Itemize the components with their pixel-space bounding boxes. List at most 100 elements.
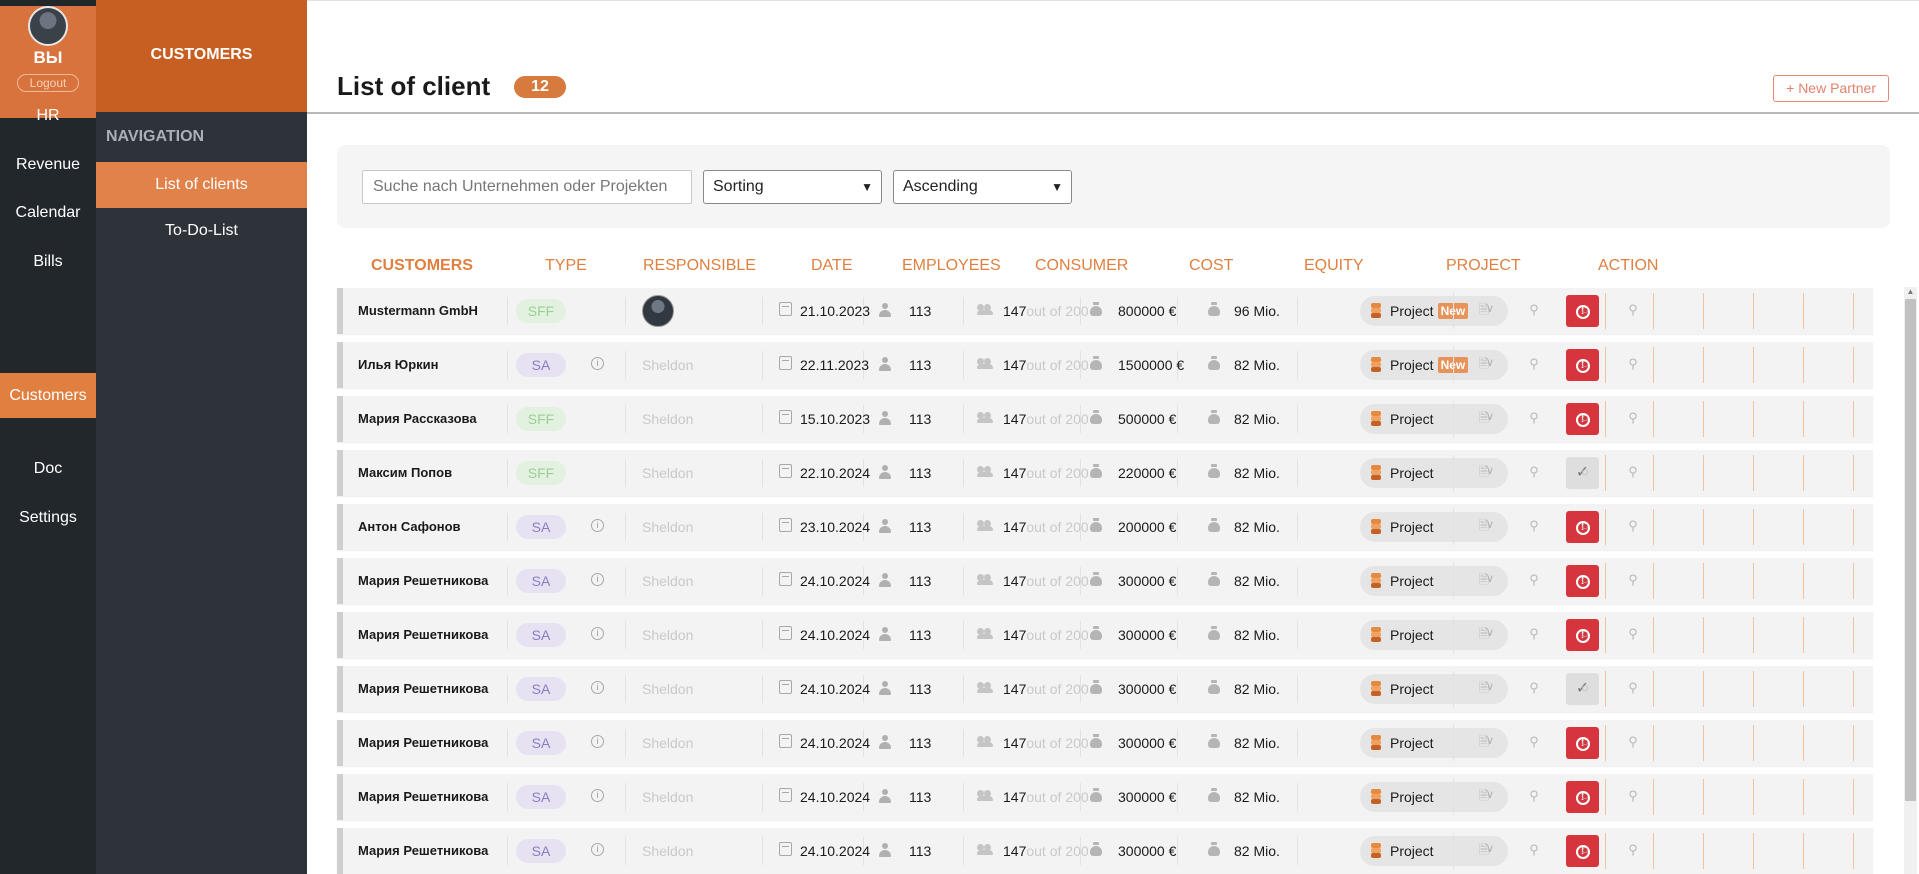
document-icon[interactable]: 🗎 (1477, 464, 1491, 480)
chat-icon[interactable]: ○ (1578, 356, 1592, 372)
info-icon[interactable]: i (591, 735, 604, 748)
info-icon[interactable]: i (591, 843, 604, 856)
key-icon[interactable]: ⚲ (1626, 680, 1640, 696)
rail-item-bills[interactable]: Bills (0, 239, 96, 284)
customer-name[interactable]: Максим Попов (358, 450, 493, 496)
key-icon[interactable]: ⚲ (1626, 410, 1640, 426)
info-icon[interactable]: i (591, 627, 604, 640)
table-row[interactable]: Мария Решетникова SA i Sheldon 24.10.2024 113… (337, 612, 1873, 658)
location-pin-icon[interactable]: ⚲ (1527, 626, 1541, 642)
info-icon[interactable]: i (591, 519, 604, 532)
location-pin-icon[interactable]: ⚲ (1527, 734, 1541, 750)
location-pin-icon[interactable]: ⚲ (1527, 410, 1541, 426)
key-icon[interactable]: ⚲ (1626, 788, 1640, 804)
table-row[interactable]: Илья Юркин SA i Sheldon 22.11.2023 113 147out … (337, 342, 1873, 388)
column-header-consumer[interactable]: CONSUMER (1035, 257, 1128, 275)
customer-name[interactable]: Мария Решетникова (358, 612, 493, 658)
document-icon[interactable]: 🗎 (1477, 788, 1491, 804)
column-header-type[interactable]: TYPE (545, 257, 587, 275)
rail-item-customers[interactable]: Customers (0, 373, 96, 418)
key-icon[interactable]: ⚲ (1626, 464, 1640, 480)
table-row[interactable]: Мария Решетникова SA i Sheldon 24.10.2024 113… (337, 720, 1873, 766)
chat-icon[interactable]: ○ (1578, 734, 1592, 750)
customer-name[interactable]: Мария Рассказова (358, 396, 493, 442)
chat-icon[interactable]: ○ (1578, 464, 1592, 480)
key-icon[interactable]: ⚲ (1626, 572, 1640, 588)
search-input[interactable] (362, 170, 692, 204)
table-row[interactable]: Антон Сафонов SA i Sheldon 23.10.2024 113 147o… (337, 504, 1873, 550)
location-pin-icon[interactable]: ⚲ (1527, 788, 1541, 804)
document-icon[interactable]: 🗎 (1477, 410, 1491, 426)
chat-icon[interactable]: ○ (1578, 410, 1592, 426)
document-icon[interactable]: 🗎 (1477, 626, 1491, 642)
responsible-avatar[interactable] (642, 295, 674, 327)
sorting-select[interactable]: Sorting ▼ (703, 170, 882, 204)
chat-icon[interactable]: ○ (1578, 842, 1592, 858)
customer-name[interactable]: Mustermann GmbH (358, 288, 493, 334)
location-pin-icon[interactable]: ⚲ (1527, 572, 1541, 588)
key-icon[interactable]: ⚲ (1626, 734, 1640, 750)
document-icon[interactable]: 🗎 (1477, 842, 1491, 858)
column-header-customers[interactable]: CUSTOMERS (371, 257, 473, 275)
customer-name[interactable]: Мария Решетникова (358, 774, 493, 820)
key-icon[interactable]: ⚲ (1626, 518, 1640, 534)
chat-icon[interactable]: ○ (1578, 788, 1592, 804)
column-header-equity[interactable]: EQUITY (1304, 257, 1364, 275)
table-row[interactable]: Мария Решетникова SA i Sheldon 24.10.2024 113… (337, 774, 1873, 820)
table-row[interactable]: Мария Решетникова SA i Sheldon 24.10.2024 113… (337, 666, 1873, 712)
table-row[interactable]: Мария Рассказова SFF Sheldon 15.10.2023 113 1… (337, 396, 1873, 442)
document-icon[interactable]: 🗎 (1477, 356, 1491, 372)
table-row[interactable]: Мария Решетникова SA i Sheldon 24.10.2024 113… (337, 828, 1873, 874)
rail-item-calendar[interactable]: Calendar (0, 190, 96, 235)
customer-name[interactable]: Мария Решетникова (358, 828, 493, 874)
info-icon[interactable]: i (591, 789, 604, 802)
location-pin-icon[interactable]: ⚲ (1527, 302, 1541, 318)
info-icon[interactable]: i (591, 681, 604, 694)
logout-button[interactable]: Logout (16, 74, 80, 92)
column-header-project[interactable]: PROJECT (1446, 257, 1521, 275)
chat-icon[interactable]: ○ (1578, 518, 1592, 534)
location-pin-icon[interactable]: ⚲ (1527, 842, 1541, 858)
customer-name[interactable]: Антон Сафонов (358, 504, 493, 550)
chat-icon[interactable]: ○ (1578, 626, 1592, 642)
customer-name[interactable]: Илья Юркин (358, 342, 493, 388)
column-header-date[interactable]: DATE (811, 257, 852, 275)
info-icon[interactable]: i (591, 357, 604, 370)
scroll-up-icon[interactable]: ▲ (1904, 287, 1917, 297)
location-pin-icon[interactable]: ⚲ (1527, 680, 1541, 696)
rail-item-hr[interactable]: HR (0, 93, 96, 138)
user-avatar[interactable] (28, 6, 68, 46)
document-icon[interactable]: 🗎 (1477, 572, 1491, 588)
order-select[interactable]: Ascending ▼ (893, 170, 1072, 204)
rail-item-settings[interactable]: Settings (0, 495, 96, 540)
customer-name[interactable]: Мария Решетникова (358, 666, 493, 712)
rail-item-doc[interactable]: Doc (0, 446, 96, 491)
sidebar-item-to-do-list[interactable]: To-Do-List (96, 208, 307, 254)
rail-item-revenue[interactable]: Revenue (0, 142, 96, 187)
table-scrollbar[interactable]: ▲ (1904, 287, 1917, 874)
scrollbar-thumb[interactable] (1905, 299, 1916, 801)
chat-icon[interactable]: ○ (1578, 302, 1592, 318)
document-icon[interactable]: 🗎 (1477, 680, 1491, 696)
column-header-employees[interactable]: EMPLOYEES (902, 257, 1001, 275)
document-icon[interactable]: 🗎 (1477, 734, 1491, 750)
key-icon[interactable]: ⚲ (1626, 302, 1640, 318)
chat-icon[interactable]: ○ (1578, 572, 1592, 588)
document-icon[interactable]: 🗎 (1477, 302, 1491, 318)
new-partner-button[interactable]: + New Partner (1773, 75, 1889, 102)
table-row[interactable]: Мария Решетникова SA i Sheldon 24.10.2024 113… (337, 558, 1873, 604)
key-icon[interactable]: ⚲ (1626, 842, 1640, 858)
location-pin-icon[interactable]: ⚲ (1527, 518, 1541, 534)
column-header-cost[interactable]: COST (1189, 257, 1233, 275)
location-pin-icon[interactable]: ⚲ (1527, 464, 1541, 480)
table-row[interactable]: Максим Попов SFF Sheldon 22.10.2024 113 147ou… (337, 450, 1873, 496)
chat-icon[interactable]: ○ (1578, 680, 1592, 696)
column-header-responsible[interactable]: RESPONSIBLE (643, 257, 756, 275)
customer-name[interactable]: Мария Решетникова (358, 720, 493, 766)
document-icon[interactable]: 🗎 (1477, 518, 1491, 534)
sidebar-item-list-of-clients[interactable]: List of clients (96, 162, 307, 208)
table-row[interactable]: Mustermann GmbH SFF 21.10.2023 113 147out of… (337, 288, 1873, 334)
info-icon[interactable]: i (591, 573, 604, 586)
column-header-action[interactable]: ACTION (1598, 257, 1658, 275)
location-pin-icon[interactable]: ⚲ (1527, 356, 1541, 372)
